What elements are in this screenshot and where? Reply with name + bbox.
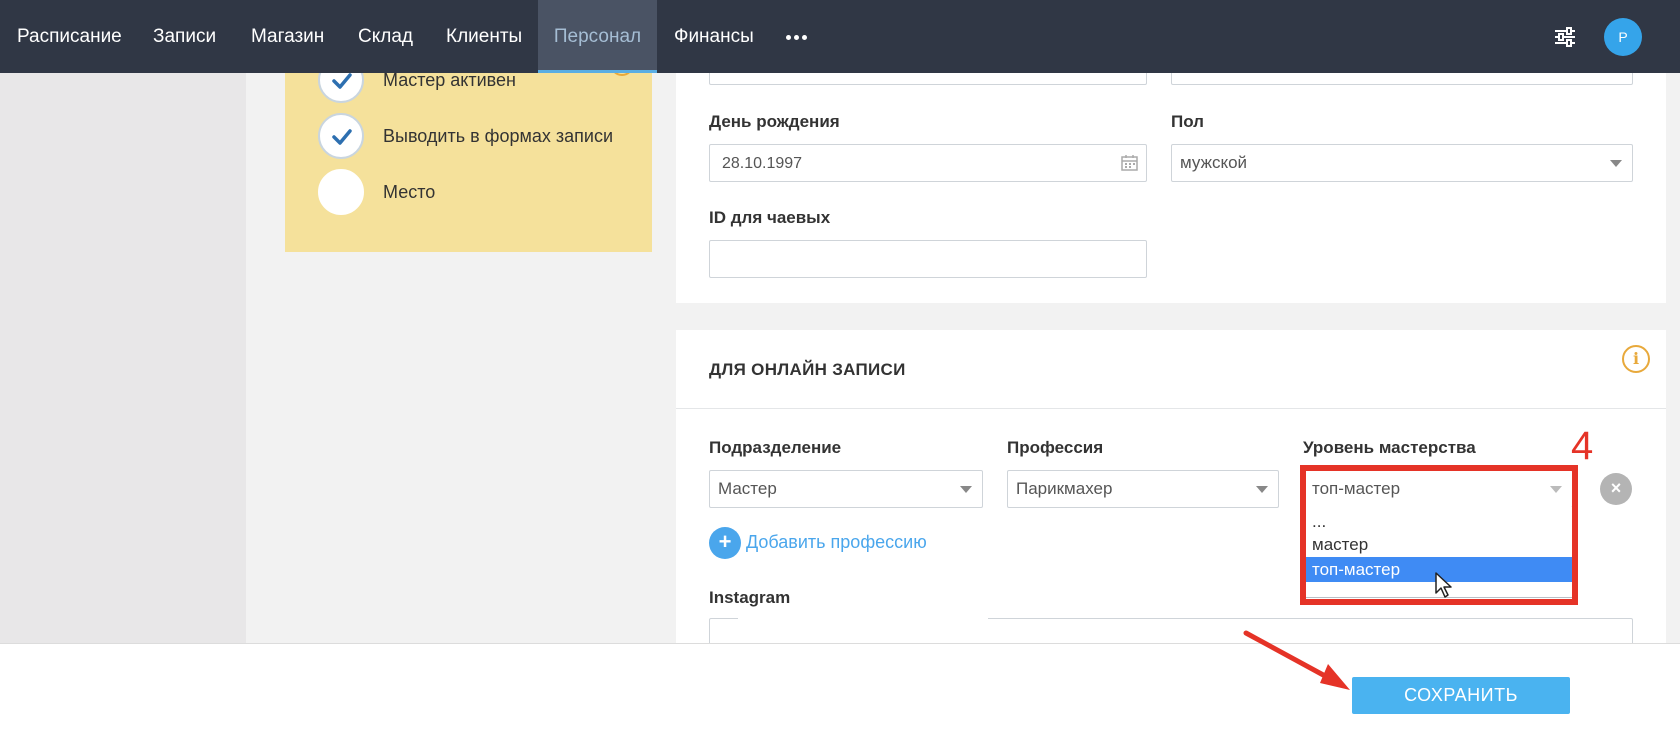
show-in-forms-label: Выводить в формах записи <box>383 126 614 146</box>
calendar-icon[interactable] <box>1121 154 1138 171</box>
chevron-down-icon <box>960 486 972 493</box>
save-button[interactable]: СОХРАНИТЬ <box>1352 677 1570 714</box>
checkmark-icon <box>332 129 352 145</box>
chevron-down-icon <box>1610 160 1622 167</box>
instagram-label: Instagram <box>709 588 791 607</box>
mouse-cursor-icon <box>1435 572 1452 598</box>
nav-item-appointments[interactable]: Записи <box>153 0 216 73</box>
profession-label: Профессия <box>1007 438 1104 457</box>
add-profession-link[interactable]: Добавить профессию <box>746 532 927 553</box>
birthday-value: 28.10.1997 <box>722 155 803 172</box>
place-checkbox[interactable] <box>318 169 364 215</box>
birthday-label: День рождения <box>709 112 840 131</box>
remove-profession-button[interactable]: × <box>1600 473 1632 505</box>
annotation-step-number: 4 <box>1571 424 1594 468</box>
master-active-label: Мастер активен <box>383 70 516 90</box>
nav-item-schedule[interactable]: Расписание <box>17 0 122 73</box>
department-select[interactable]: Мастер <box>709 470 983 508</box>
chevron-down-icon <box>1256 486 1268 493</box>
tips-id-input[interactable] <box>709 240 1147 278</box>
left-gray-area <box>0 73 246 643</box>
checkmark-icon <box>332 73 352 89</box>
more-menu-icon[interactable] <box>786 35 807 40</box>
sliders-settings-icon[interactable] <box>1554 27 1576 47</box>
section-divider <box>676 408 1666 409</box>
add-profession-icon[interactable]: + <box>709 527 741 559</box>
gender-label: Пол <box>1171 112 1204 131</box>
redacted-area <box>738 614 988 646</box>
department-value: Мастер <box>718 479 777 498</box>
profession-value: Парикмахер <box>1016 479 1113 498</box>
annotation-arrow-icon <box>1243 630 1350 690</box>
user-avatar[interactable]: P <box>1604 18 1642 56</box>
nav-item-clients[interactable]: Клиенты <box>446 0 522 73</box>
nav-item-finance[interactable]: Финансы <box>674 0 754 73</box>
place-label: Место <box>383 182 436 202</box>
birthday-input[interactable]: 28.10.1997 <box>709 144 1147 182</box>
profession-select[interactable]: Парикмахер <box>1007 470 1279 508</box>
gender-value: мужской <box>1180 153 1248 172</box>
nav-item-staff[interactable]: Персонал <box>538 0 657 73</box>
tips-id-label: ID для чаевых <box>709 208 831 227</box>
department-label: Подразделение <box>709 438 842 457</box>
info-icon[interactable]: i <box>1622 345 1650 373</box>
nav-item-warehouse[interactable]: Склад <box>358 0 413 73</box>
online-booking-title: ДЛЯ ОНЛАЙН ЗАПИСИ <box>709 360 906 379</box>
top-nav-bar: Расписание Записи Магазин Склад Клиенты … <box>0 0 1680 73</box>
nav-item-shop[interactable]: Магазин <box>251 0 324 73</box>
gender-select[interactable]: мужской <box>1171 144 1633 182</box>
right-scroll-strip <box>1666 73 1680 643</box>
skill-level-label: Уровень мастерства <box>1303 438 1476 457</box>
show-in-forms-checkbox[interactable] <box>318 113 364 159</box>
